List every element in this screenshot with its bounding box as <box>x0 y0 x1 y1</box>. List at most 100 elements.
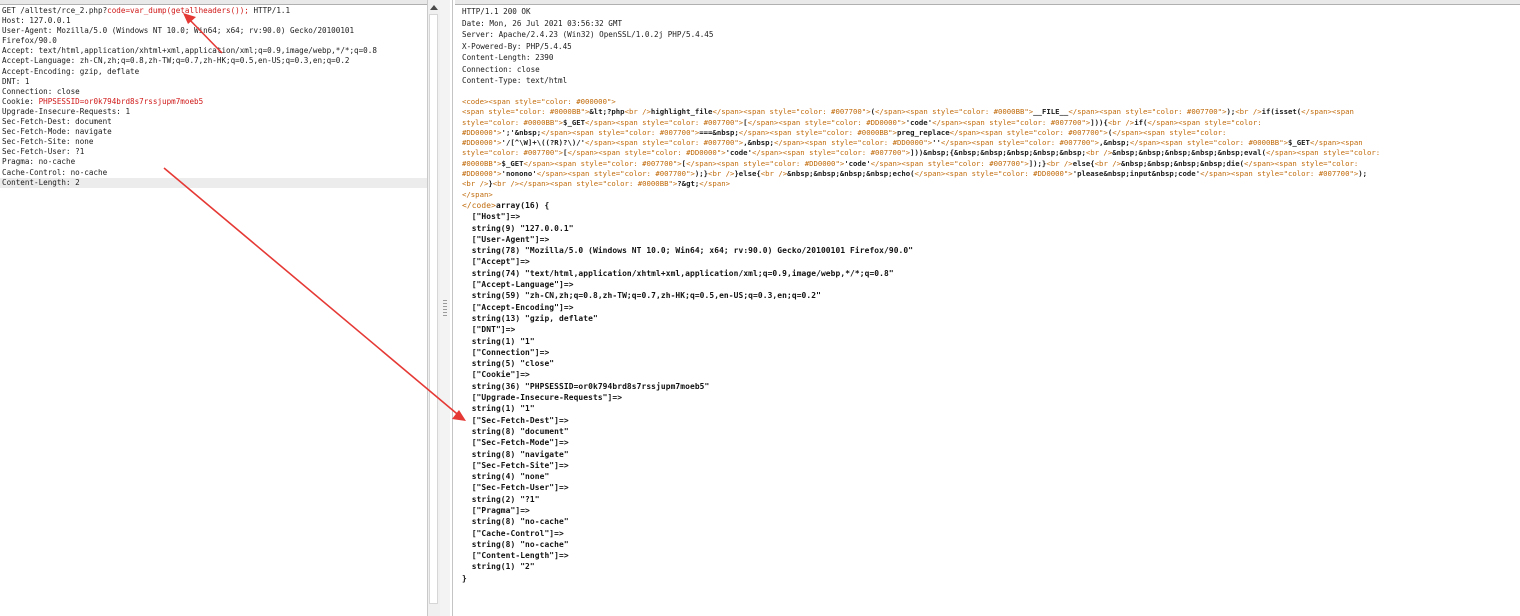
request-line[interactable]: Connection: close <box>0 87 427 97</box>
dump-line: ["Upgrade-Insecure-Requests"]=> <box>462 393 623 403</box>
dump-line: string(8) "no-cache" <box>462 517 569 527</box>
php-code-text: ,&nbsp; <box>743 138 774 148</box>
dump-line: string(9) "127.0.0.1" <box>462 223 574 233</box>
request-text[interactable]: GET /alltest/rce_2.php?code=var_dump(get… <box>0 6 427 188</box>
response-body: <code><span style="color: #000000"> <span… <box>462 97 1380 584</box>
request-text-segment: Sec-Fetch-Dest: document <box>2 117 112 127</box>
request-line[interactable]: Firefox/90.0 <box>0 36 427 46</box>
php-code-text: &nbsp;&nbsp;&nbsp;&nbsp;die( <box>1121 158 1245 168</box>
html-tag-text: <span style="color: #0000BB"> <box>462 107 590 117</box>
php-code-text: 'please&nbsp;input&nbsp;code' <box>1072 169 1201 179</box>
dump-line: ["Sec-Fetch-Site"]=> <box>462 460 569 470</box>
html-tag-text: </span> <box>699 179 731 189</box>
pane-splitter[interactable] <box>440 0 450 616</box>
html-tag-text: </span><span style="color: <box>1265 148 1381 158</box>
html-tag-text: <br /> <box>1107 117 1135 127</box>
html-tag-text: <br /> <box>1046 158 1073 168</box>
request-text-segment: Host: 127.0.0.1 <box>2 16 71 26</box>
request-line[interactable]: DNT: 1 <box>0 77 427 87</box>
request-line[interactable]: Accept-Encoding: gzip, deflate <box>0 67 427 77</box>
response-header-line: HTTP/1.1 200 OK <box>462 7 531 16</box>
html-tag-text: </span><span style="color: #007700"> <box>940 138 1100 148</box>
request-line[interactable]: Sec-Fetch-User: ?1 <box>0 147 427 157</box>
source-code-line: #0000BB">$_GET</span><span style="color:… <box>462 159 1380 169</box>
response-viewer-pane[interactable]: HTTP/1.1 200 OK Date: Mon, 26 Jul 2021 03… <box>455 0 1520 616</box>
html-tag-text: <br /> <box>462 179 489 189</box>
request-line[interactable]: Upgrade-Insecure-Requests: 1 <box>0 107 427 117</box>
html-tag-text: </span><span style="color: #DD0000"> <box>773 138 933 148</box>
source-code-line: #DD0000">'/[^\W]+\((?R)?\)/'</span><span… <box>462 138 1380 148</box>
html-tag-text: </span><span style="color: #007700"> <box>585 138 744 148</box>
dump-text: array(16) { <box>495 200 550 210</box>
php-code-text: ); <box>1226 107 1236 117</box>
request-pane-toolbar <box>0 0 427 5</box>
request-text-segment: Sec-Fetch-User: ?1 <box>2 147 85 157</box>
var-dump-output: </code>array(16) { ["Host"]=> string(9) … <box>462 200 1380 584</box>
dump-line: string(8) "document" <box>462 426 569 436</box>
request-line[interactable]: Cookie: PHPSESSID=or0k794brd8s7rssjupm7m… <box>0 97 427 107</box>
request-line[interactable]: Accept-Language: zh-CN,zh;q=0.8,zh-TW;q=… <box>0 56 427 66</box>
request-text-segment: Sec-Fetch-Mode: navigate <box>2 127 112 137</box>
html-tag-text: <br /> <box>760 169 788 179</box>
dump-line: string(8) "no-cache" <box>462 539 569 549</box>
html-tag-text: <br /></span><span style="color: #0000BB… <box>492 179 678 189</box>
request-line[interactable]: GET /alltest/rce_2.php?code=var_dump(get… <box>0 6 427 16</box>
dump-line: string(5) "close" <box>462 359 555 369</box>
pane-divider-line <box>452 0 453 616</box>
dump-line: ["Sec-Fetch-Mode"]=> <box>462 438 569 448</box>
php-code-text: ]);} <box>1028 158 1047 168</box>
request-line[interactable]: Host: 127.0.0.1 <box>0 16 427 26</box>
highlighted-source-block: <code><span style="color: #000000"> <span… <box>462 97 1380 200</box>
response-header-line: Content-Type: text/html <box>462 76 568 85</box>
dump-line: ["Accept"]=> <box>462 257 530 267</box>
html-tag-text: <br /> <box>624 107 651 117</box>
request-line[interactable]: Sec-Fetch-Mode: navigate <box>0 127 427 137</box>
html-tag-text: </span><span style="color: #007700"> <box>712 107 871 117</box>
scroll-up-arrow-icon[interactable] <box>430 5 438 10</box>
request-line[interactable]: User-Agent: Mozilla/5.0 (Windows NT 10.0… <box>0 26 427 36</box>
php-code-text: ,&nbsp; <box>1099 138 1130 148</box>
dump-line: string(1) "2" <box>462 562 535 572</box>
html-tag-text: <br /> <box>708 169 735 179</box>
request-editor-pane[interactable]: GET /alltest/rce_2.php?code=var_dump(get… <box>0 0 428 616</box>
response-headers: HTTP/1.1 200 OK Date: Mon, 26 Jul 2021 03… <box>462 6 713 87</box>
php-code-text: 'nonono' <box>501 169 537 179</box>
request-line[interactable]: Content-Length: 2 <box>0 177 427 188</box>
dump-line: string(74) "text/html,application/xhtml+… <box>462 268 894 278</box>
html-tag-text: </code> <box>462 200 496 210</box>
request-text-segment: Firefox/90.0 <box>2 36 57 46</box>
request-scrollbar[interactable] <box>427 0 441 616</box>
request-text-segment: Content-Length: 2 <box>2 177 80 187</box>
request-text-segment: Pragma: no-cache <box>2 157 76 167</box>
request-line[interactable]: Pragma: no-cache <box>0 157 427 167</box>
dump-line: ["Cookie"]=> <box>462 370 530 380</box>
dump-line: ["DNT"]=> <box>462 325 516 335</box>
html-tag-text: </span><span style="color: <box>1112 127 1227 137</box>
request-line[interactable]: Sec-Fetch-Dest: document <box>0 117 427 127</box>
html-tag-text: </span> <box>462 189 493 199</box>
html-tag-text: </span><span style="color: #DD0000"> <box>747 117 906 127</box>
html-tag-text: </span><span style="color: #007700"> <box>751 148 911 158</box>
scroll-thumb[interactable] <box>429 14 438 604</box>
source-code-line: style="color: #0000BB">$_GET</span><span… <box>462 118 1380 128</box>
request-text-segment: Sec-Fetch-Site: none <box>2 137 94 147</box>
request-line[interactable]: Accept: text/html,application/xhtml+xml,… <box>0 46 427 56</box>
php-code-text: ?&gt; <box>677 179 700 189</box>
html-tag-text: </span><span style="color: #007700"> <box>523 158 682 168</box>
html-tag-text: #0000BB"> <box>462 158 502 168</box>
request-text-segment: HTTP/1.1 <box>248 6 291 15</box>
php-code-text: __FILE__ <box>1033 107 1069 117</box>
request-text-segment: Accept-Language: zh-CN,zh;q=0.8,zh-TW;q=… <box>2 56 350 66</box>
response-header-line: Content-Length: 2390 <box>462 53 554 62</box>
request-text-segment: Connection: close <box>2 86 80 96</box>
php-code-text: ]))&nbsp;{&nbsp;&nbsp;&nbsp;&nbsp;&nbsp; <box>910 148 1086 158</box>
html-tag-text: </span><span <box>1301 107 1354 117</box>
php-code-text: ); <box>1358 169 1368 179</box>
request-line[interactable]: Sec-Fetch-Site: none <box>0 137 427 147</box>
request-line[interactable]: Cache-Control: no-cache <box>0 168 427 178</box>
source-code-line: </span> <box>462 190 1380 200</box>
php-code-text: if(isset( <box>1261 107 1302 117</box>
splitter-grip-icon[interactable] <box>443 300 447 316</box>
html-tag-text: </span><span <box>1309 138 1363 148</box>
php-code-text: '/[^\W]+\((?R)?\)/' <box>501 138 586 148</box>
